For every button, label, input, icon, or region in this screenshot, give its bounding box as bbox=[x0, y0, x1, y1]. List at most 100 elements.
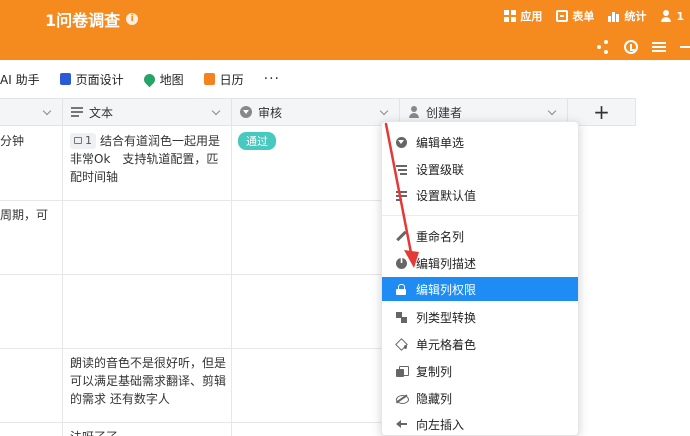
cell-text-line: 的需求 还有数字人 bbox=[70, 392, 170, 406]
header-tools bbox=[596, 40, 690, 54]
cell-text-line: 可以满足基础需求翻译、剪辑 bbox=[70, 374, 227, 388]
status-badge[interactable]: 通过 bbox=[238, 132, 276, 150]
comment-count-chip[interactable]: 1 bbox=[70, 132, 96, 149]
page-design-label: 页面设计 bbox=[75, 72, 124, 87]
share-icon[interactable] bbox=[596, 40, 610, 54]
settings-sliders-icon[interactable] bbox=[652, 40, 666, 54]
top-nav: 应用 表单 统计 1 bbox=[504, 8, 684, 24]
menu-item-label: 设置默认值 bbox=[416, 188, 477, 203]
nav-members-count: 1 bbox=[676, 9, 684, 23]
info-icon[interactable]: i bbox=[126, 13, 139, 25]
menu-item-label: 复制列 bbox=[416, 364, 453, 379]
column-header-text[interactable]: 文本 bbox=[63, 98, 232, 126]
insert-left-icon bbox=[396, 419, 407, 430]
edit-select-icon bbox=[396, 136, 407, 148]
lock-icon bbox=[396, 283, 407, 295]
text-field-icon bbox=[71, 107, 83, 117]
table-cell-text[interactable]: 1 结合有道润色一起用是 非常Ok 支持轨道配置，匹 配时间轴 bbox=[70, 132, 230, 186]
ai-assistant-button[interactable]: AI 助手 bbox=[0, 71, 40, 88]
menu-item-label: 编辑单选 bbox=[416, 135, 465, 150]
comment-count: 1 bbox=[85, 133, 92, 147]
default-value-icon bbox=[396, 189, 407, 201]
column-header-previous[interactable] bbox=[0, 98, 63, 126]
menu-divider bbox=[382, 215, 578, 216]
chevron-down-icon[interactable] bbox=[379, 106, 389, 116]
calendar-view-button[interactable]: 日历 bbox=[203, 71, 244, 88]
menu-item-label: 向左插入 bbox=[416, 417, 465, 432]
column-context-menu: 编辑单选 设置级联 设置默认值 重命名列 编辑列描述 编辑列权限 列类型转换 单… bbox=[381, 121, 579, 436]
column-divider bbox=[231, 126, 232, 436]
form-icon bbox=[556, 10, 569, 22]
cell-text-line: 朗读的音色不是很好听，但是 bbox=[70, 356, 227, 370]
nav-stats-label: 统计 bbox=[624, 10, 647, 23]
cascade-icon bbox=[396, 163, 407, 175]
app-title-text: 1问卷调查 bbox=[45, 11, 121, 30]
paint-bucket-icon bbox=[396, 339, 407, 350]
person-field-icon bbox=[408, 106, 420, 118]
menu-item-label: 编辑列描述 bbox=[416, 256, 477, 271]
app-grid-icon bbox=[504, 10, 517, 22]
view-toolbar: AI 助手 页面设计 地图 日历 ··· bbox=[0, 60, 690, 98]
map-view-label: 地图 bbox=[159, 72, 184, 87]
column-header-review[interactable]: 审核 bbox=[232, 98, 400, 126]
add-column-label: + bbox=[593, 100, 610, 124]
chevron-down-icon[interactable] bbox=[211, 106, 221, 116]
cell-text-line: 结合有道润色一起用是 bbox=[100, 134, 221, 148]
menu-item-label: 单元格着色 bbox=[416, 337, 477, 352]
history-icon[interactable] bbox=[624, 40, 638, 54]
cell-text-line: 非常Ok 支持轨道配置，匹 bbox=[70, 152, 219, 166]
calendar-icon bbox=[203, 73, 215, 85]
cell-text-line: 配时间轴 bbox=[70, 170, 119, 184]
ai-assistant-label: AI 助手 bbox=[0, 72, 40, 87]
table-cell[interactable]: 周期，可 bbox=[0, 206, 48, 224]
table-cell-text[interactable]: 朗读的音色不是很好听，但是 可以满足基础需求翻译、剪辑 的需求 还有数字人 bbox=[70, 354, 230, 408]
menu-item-label: 列类型转换 bbox=[416, 310, 477, 325]
nav-form-label: 表单 bbox=[572, 10, 595, 23]
menu-item-default-value[interactable]: 设置默认值 bbox=[382, 183, 578, 207]
menu-item-insert-left[interactable]: 向左插入 bbox=[382, 412, 578, 435]
menu-item-label: 编辑列权限 bbox=[416, 282, 477, 297]
nav-members[interactable]: 1 bbox=[660, 8, 684, 24]
map-view-button[interactable]: 地图 bbox=[141, 71, 184, 88]
chevron-down-icon[interactable] bbox=[547, 106, 557, 116]
hide-icon bbox=[396, 393, 409, 404]
stats-icon bbox=[608, 10, 621, 22]
single-select-icon bbox=[240, 106, 252, 118]
toolbar-more-label: ··· bbox=[263, 71, 280, 87]
rename-icon bbox=[396, 231, 407, 242]
map-pin-icon bbox=[141, 71, 157, 87]
table-cell-text[interactable]: 法呀了了 bbox=[70, 428, 230, 436]
nav-app[interactable]: 应用 bbox=[504, 8, 542, 24]
page-design-icon bbox=[59, 73, 71, 85]
menu-item-label: 重命名列 bbox=[416, 229, 465, 244]
copy-icon bbox=[396, 365, 409, 377]
comment-icon bbox=[74, 137, 82, 144]
menu-item-edit-permission[interactable]: 编辑列权限 bbox=[382, 277, 578, 301]
column-divider bbox=[62, 126, 63, 436]
column-header-text-label: 文本 bbox=[89, 105, 114, 120]
menu-item-rename[interactable]: 重命名列 bbox=[382, 224, 578, 248]
page-design-button[interactable]: 页面设计 bbox=[59, 71, 124, 88]
menu-item-copy-column[interactable]: 复制列 bbox=[382, 359, 578, 383]
toolbar-more-button[interactable]: ··· bbox=[264, 71, 280, 87]
more-icon[interactable] bbox=[680, 40, 690, 54]
table-cell[interactable]: 分钟 bbox=[0, 132, 24, 150]
column-header-creator-label: 创建者 bbox=[426, 105, 463, 120]
menu-item-convert-type[interactable]: 列类型转换 bbox=[382, 305, 578, 329]
cell-line: 1 结合有道润色一起用是 bbox=[70, 132, 230, 150]
chevron-down-icon[interactable] bbox=[42, 106, 52, 116]
menu-item-hide-column[interactable]: 隐藏列 bbox=[382, 386, 578, 410]
convert-icon bbox=[396, 311, 407, 323]
data-grid: 文本 审核 创建者 + 分钟 1 结合有道润色一起用是 非常Ok 支持轨道配置，匹… bbox=[0, 98, 690, 436]
calendar-view-label: 日历 bbox=[219, 72, 244, 87]
menu-item-cell-color[interactable]: 单元格着色 bbox=[382, 332, 578, 356]
menu-item-cascade[interactable]: 设置级联 bbox=[382, 157, 578, 181]
menu-item-edit-description[interactable]: 编辑列描述 bbox=[382, 251, 578, 275]
menu-item-edit-select[interactable]: 编辑单选 bbox=[382, 130, 578, 154]
members-icon bbox=[660, 10, 672, 22]
column-header-review-label: 审核 bbox=[258, 105, 283, 120]
menu-item-label: 设置级联 bbox=[416, 162, 465, 177]
nav-stats[interactable]: 统计 bbox=[608, 8, 646, 24]
app-title[interactable]: 1问卷调查 i bbox=[45, 7, 139, 31]
nav-form[interactable]: 表单 bbox=[556, 8, 594, 24]
